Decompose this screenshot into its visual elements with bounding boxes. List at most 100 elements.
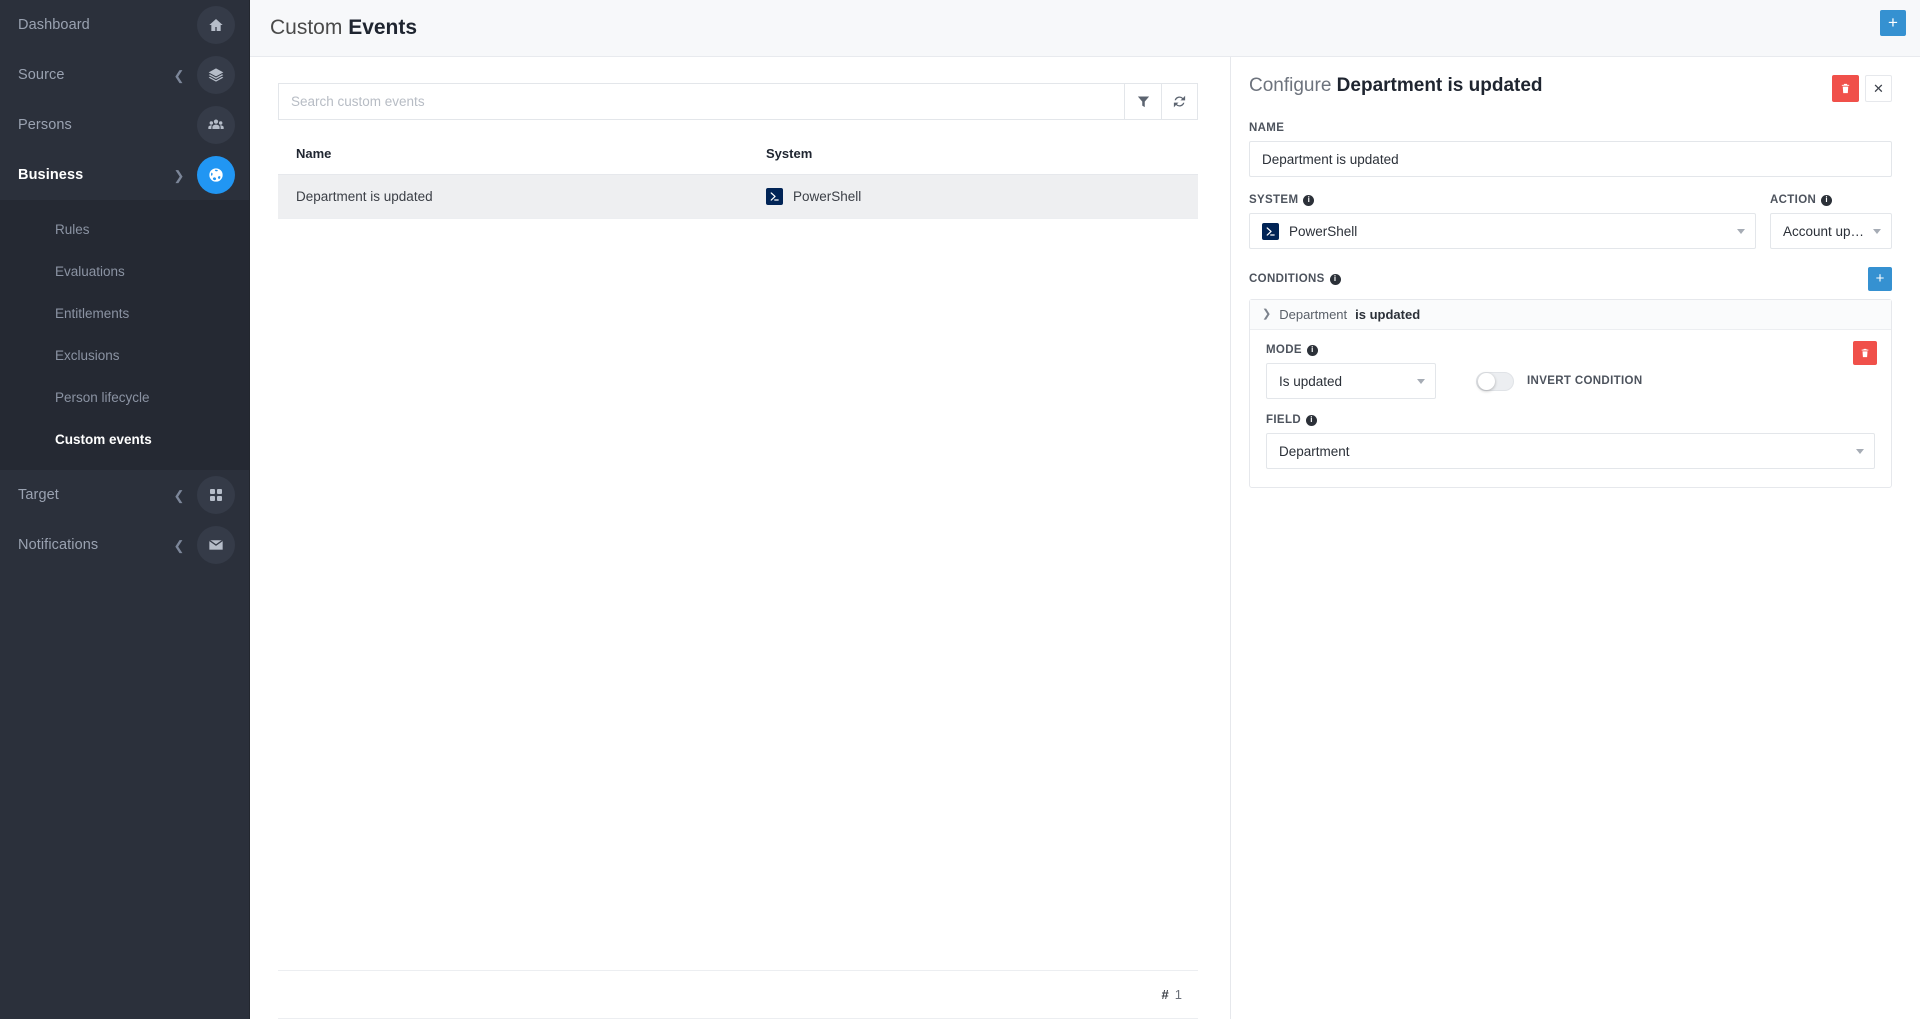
search-toolbar <box>278 83 1198 120</box>
cell-system: PowerShell <box>748 174 1198 219</box>
conditions-label: CONDITIONS i <box>1249 273 1341 285</box>
action-select-value: Account update <box>1783 223 1865 239</box>
chevron-left-icon: ❮ <box>173 537 185 553</box>
custom-events-list-pane: Name System Department is updated <box>250 57 1230 1019</box>
cell-name: Department is updated <box>278 174 748 219</box>
configure-panel: Configure Department is updated ✕ NAME D… <box>1230 57 1920 1019</box>
configure-title-bold: Department is updated <box>1336 75 1543 96</box>
system-action-row: SYSTEM i PowerShell ACTION i Account upd… <box>1249 194 1892 249</box>
add-condition-button[interactable]: + <box>1868 267 1892 291</box>
mode-label: MODE i <box>1266 344 1875 356</box>
refresh-icon-button[interactable] <box>1161 83 1198 120</box>
field-label: FIELD i <box>1266 414 1875 426</box>
sidebar-item-label: Persons <box>18 117 72 133</box>
sidebar-secondary-group: Target ❮ Notifications ❮ <box>0 470 249 570</box>
page-title: Custom Events <box>270 16 417 40</box>
configure-panel-header: Configure Department is updated ✕ <box>1249 75 1892 102</box>
info-icon[interactable]: i <box>1329 273 1341 285</box>
sidebar-subitem-exclusions[interactable]: Exclusions <box>0 334 249 376</box>
globe-icon <box>197 156 235 194</box>
chevron-left-icon: ❮ <box>173 67 185 83</box>
sidebar-subitem-custom-events[interactable]: Custom events <box>0 418 249 460</box>
condition-summary-state: is updated <box>1355 307 1421 322</box>
action-field-group: ACTION i Account update <box>1770 194 1892 249</box>
sidebar-item-source[interactable]: Source ❮ <box>0 50 249 100</box>
sidebar: Dashboard Source ❮ Persons Business ❯ Ru… <box>0 0 250 1019</box>
name-label-text: NAME <box>1249 122 1285 134</box>
name-input[interactable] <box>1249 141 1892 177</box>
page-title-bold: Events <box>348 16 418 39</box>
sidebar-item-dashboard[interactable]: Dashboard <box>0 0 249 50</box>
sidebar-subitem-evaluations[interactable]: Evaluations <box>0 250 249 292</box>
delete-event-button[interactable] <box>1832 75 1859 102</box>
configure-panel-actions: ✕ <box>1832 75 1892 102</box>
pagination-count: 1 <box>1174 987 1182 1002</box>
action-select[interactable]: Account update <box>1770 213 1892 249</box>
toggle-knob <box>1478 372 1495 390</box>
mode-select[interactable]: Is updated <box>1266 363 1436 399</box>
condition-card: ❯ Department is updated MODE i Is update… <box>1249 299 1892 488</box>
table-body: Department is updated PowerShell <box>278 174 1198 219</box>
chevron-down-icon <box>1417 378 1425 384</box>
sidebar-subitem-person-lifecycle[interactable]: Person lifecycle <box>0 376 249 418</box>
pagination: # 1 <box>278 971 1198 1019</box>
action-label-text: ACTION <box>1770 194 1817 206</box>
chevron-down-icon <box>1737 228 1745 234</box>
search-input[interactable] <box>278 83 1124 120</box>
sidebar-item-persons[interactable]: Persons <box>0 100 249 150</box>
sidebar-item-target[interactable]: Target ❮ <box>0 470 249 520</box>
chevron-down-icon: ❯ <box>1262 308 1272 320</box>
conditions-header: CONDITIONS i + <box>1249 267 1892 291</box>
page-header: Custom Events + <box>250 0 1920 57</box>
sidebar-item-business[interactable]: Business ❯ <box>0 150 249 200</box>
invert-condition-toggle[interactable] <box>1476 371 1514 391</box>
invert-condition-group: INVERT CONDITION <box>1476 371 1643 391</box>
configure-panel-title: Configure Department is updated <box>1249 75 1543 97</box>
info-icon[interactable]: i <box>1305 414 1317 426</box>
sidebar-item-label: Notifications <box>18 537 99 553</box>
table-empty-space <box>278 219 1198 971</box>
condition-card-header[interactable]: ❯ Department is updated <box>1250 300 1891 330</box>
field-select[interactable]: Department <box>1266 433 1875 469</box>
mode-select-value: Is updated <box>1279 373 1343 389</box>
sidebar-subitem-entitlements[interactable]: Entitlements <box>0 292 249 334</box>
condition-card-body: MODE i Is updated INVERT CONDITION FIELD… <box>1250 330 1891 487</box>
table-row[interactable]: Department is updated PowerShell <box>278 174 1198 219</box>
condition-summary-field: Department <box>1279 307 1348 322</box>
field-label-text: FIELD <box>1266 414 1301 426</box>
field-select-value: Department <box>1279 443 1350 459</box>
pagination-hash: # <box>1161 987 1169 1002</box>
grid-icon <box>197 476 235 514</box>
configure-title-light: Configure <box>1249 75 1337 96</box>
system-label-text: SYSTEM <box>1249 194 1299 206</box>
trash-icon <box>1841 83 1850 94</box>
people-icon <box>197 106 235 144</box>
envelope-icon <box>197 526 235 564</box>
delete-condition-button[interactable] <box>1853 341 1877 365</box>
mode-row: Is updated INVERT CONDITION <box>1266 363 1875 399</box>
system-field-group: SYSTEM i PowerShell <box>1249 194 1756 249</box>
page-title-light: Custom <box>270 16 349 39</box>
system-select[interactable]: PowerShell <box>1249 213 1756 249</box>
custom-events-table: Name System Department is updated PowerS… <box>278 146 1198 219</box>
sidebar-primary-group: Dashboard Source ❮ Persons Business ❯ <box>0 0 249 200</box>
info-icon[interactable]: i <box>1303 194 1315 206</box>
filter-icon-button[interactable] <box>1124 83 1161 120</box>
chevron-down-icon: ❯ <box>173 167 185 183</box>
info-icon[interactable]: i <box>1821 194 1833 206</box>
sidebar-item-label: Dashboard <box>18 17 90 33</box>
add-custom-event-button[interactable]: + <box>1880 10 1906 36</box>
chevron-left-icon: ❮ <box>173 487 185 503</box>
chevron-down-icon <box>1873 228 1881 234</box>
home-icon <box>197 6 235 44</box>
sidebar-item-notifications[interactable]: Notifications ❮ <box>0 520 249 570</box>
conditions-label-text: CONDITIONS <box>1249 273 1325 285</box>
column-header-system: System <box>748 146 1198 175</box>
custom-events-table-wrap: Name System Department is updated PowerS… <box>278 146 1198 1019</box>
sidebar-item-label: Target <box>18 487 59 503</box>
column-header-name: Name <box>278 146 748 175</box>
close-panel-button[interactable]: ✕ <box>1865 75 1892 102</box>
info-icon[interactable]: i <box>1306 344 1318 356</box>
sidebar-item-label: Source <box>18 67 65 83</box>
sidebar-subitem-rules[interactable]: Rules <box>0 208 249 250</box>
